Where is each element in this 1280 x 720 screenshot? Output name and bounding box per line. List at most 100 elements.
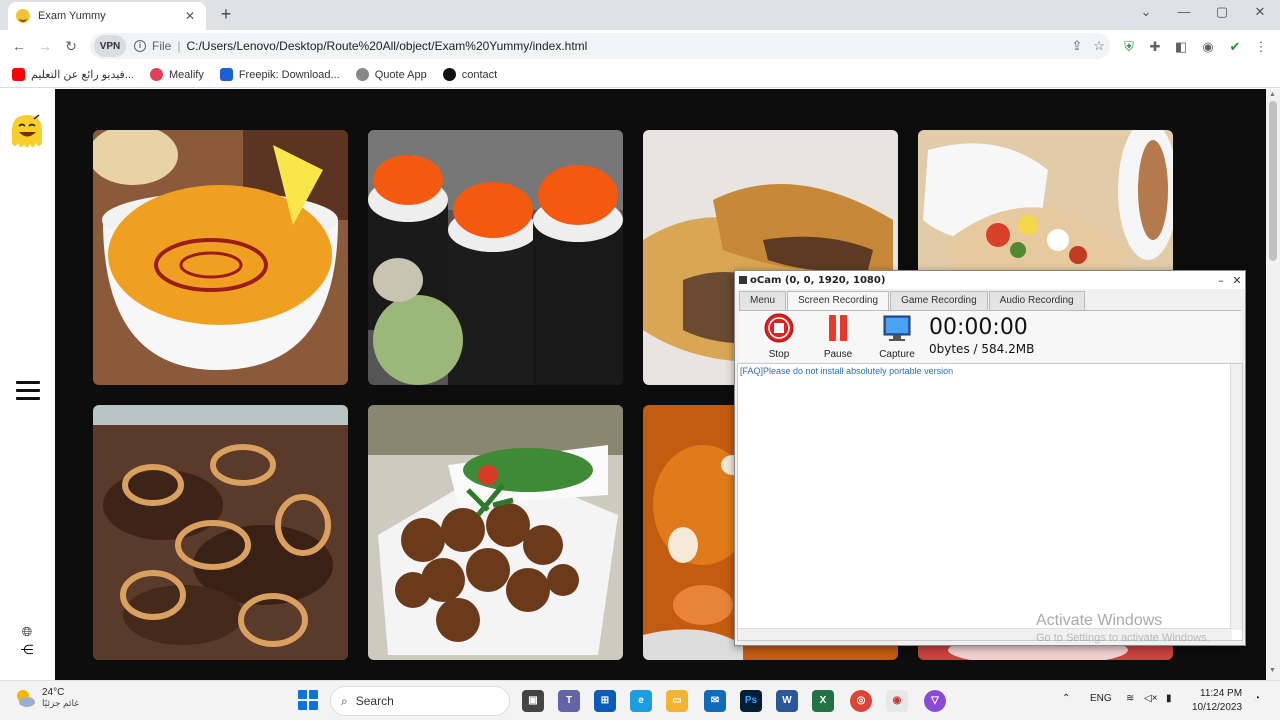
ocam-titlebar[interactable]: oCam (0, 0, 1920, 1080) – ✕: [735, 271, 1245, 289]
recording-timer: 00:00:00: [929, 315, 1028, 340]
meal-card-falafel[interactable]: [368, 405, 623, 660]
close-window-button[interactable]: ✕: [1250, 4, 1270, 20]
teams-icon[interactable]: T: [558, 690, 580, 712]
log-scrollbar[interactable]: [1230, 364, 1242, 630]
language-indicator[interactable]: ENG: [1090, 693, 1112, 704]
vpn-badge[interactable]: VPN: [94, 35, 126, 57]
volume-muted-icon[interactable]: ◁×: [1144, 693, 1158, 704]
minimize-button[interactable]: —: [1174, 4, 1194, 19]
yummy-favicon-icon: [16, 9, 30, 23]
restore-button[interactable]: ▢: [1212, 4, 1232, 20]
bookmarks-bar: فيديو رائع عن التعليم... Mealify Freepik…: [0, 62, 1280, 88]
tab-strip: Exam Yummy ✕ + ⌄ — ▢ ✕: [0, 0, 1280, 30]
info-icon[interactable]: i: [134, 40, 146, 52]
side-panel-icon[interactable]: ◧: [1172, 38, 1190, 56]
bookmark-star-icon[interactable]: ☆: [1088, 38, 1110, 54]
ocam-minimize-button[interactable]: –: [1213, 274, 1229, 287]
chrome-icon[interactable]: ◎: [850, 690, 872, 712]
tab-close-icon[interactable]: ✕: [182, 9, 198, 23]
scroll-up-icon[interactable]: ▲: [1269, 91, 1276, 98]
browser-menu-icon[interactable]: ⋮: [1252, 38, 1270, 56]
file-explorer-icon[interactable]: ▭: [666, 690, 688, 712]
ocam-title: oCam (0, 0, 1920, 1080): [750, 274, 886, 286]
notification-icon[interactable]: ◔: [1254, 693, 1260, 704]
bookmark-mealify[interactable]: Mealify: [149, 68, 204, 81]
angular-icon: [442, 68, 456, 81]
tab-search-icon[interactable]: ⌄: [1136, 4, 1156, 20]
share-icon[interactable]: ⇪: [1066, 38, 1088, 54]
activate-windows-subtext: Go to Settings to activate Windows.: [1036, 632, 1210, 644]
ocam-tab-menu[interactable]: Menu: [739, 291, 787, 310]
bookmark-youtube-video[interactable]: فيديو رائع عن التعليم...: [12, 68, 134, 81]
ocam-stop-button[interactable]: Stop: [757, 313, 801, 360]
back-arrow-icon[interactable]: ←: [10, 37, 28, 55]
extensions-puzzle-icon[interactable]: ✚: [1146, 38, 1164, 56]
profile-icon[interactable]: ◉: [1199, 38, 1217, 56]
bookmark-contact[interactable]: contact: [442, 68, 497, 81]
word-icon[interactable]: W: [776, 690, 798, 712]
meal-image: [93, 405, 348, 660]
ocam-tab-game-recording[interactable]: Game Recording: [890, 291, 988, 310]
url-text[interactable]: C:/Users/Lenovo/Desktop/Route%20All/obje…: [186, 39, 1066, 53]
excel-icon[interactable]: X: [812, 690, 834, 712]
ocam-taskbar-icon[interactable]: ◉: [886, 690, 908, 712]
pause-icon: [829, 315, 847, 341]
clock-time: 11:24 PM: [1200, 688, 1243, 699]
meal-image: [368, 405, 623, 660]
ocam-app-icon: [739, 276, 747, 284]
yummy-logo-icon[interactable]: [8, 111, 46, 153]
mail-icon[interactable]: ✉: [704, 690, 726, 712]
photoshop-icon[interactable]: Ps: [740, 690, 762, 712]
page-scrollbar[interactable]: ▲ ▼: [1266, 89, 1280, 680]
ocam-window: oCam (0, 0, 1920, 1080) – ✕ Menu Screen …: [734, 270, 1246, 646]
ocam-tab-screen-recording[interactable]: Screen Recording: [787, 291, 890, 311]
clock-date: 10/12/2023: [1192, 702, 1243, 713]
wifi-icon[interactable]: ≋: [1126, 693, 1134, 704]
bookmark-freepik[interactable]: Freepik: Download...: [219, 68, 340, 81]
new-tab-button[interactable]: +: [216, 4, 236, 25]
scroll-down-icon[interactable]: ▼: [1269, 667, 1276, 674]
meal-image: [368, 130, 623, 385]
meal-card-sushi[interactable]: [368, 130, 623, 385]
scrollbar-thumb[interactable]: [1269, 101, 1277, 261]
bookmark-quote-app[interactable]: Quote App: [355, 68, 427, 81]
mealify-icon: [149, 68, 163, 81]
search-icon: ⌕: [341, 693, 348, 708]
stop-icon: [764, 313, 794, 343]
ocam-pause-button[interactable]: Pause: [816, 313, 860, 360]
ocam-log-message[interactable]: [FAQ]Please do not install absolutely po…: [738, 364, 1242, 378]
shield-extension-icon[interactable]: ⛨: [1120, 38, 1138, 56]
vpn-app-icon[interactable]: ▽: [924, 690, 946, 712]
ocam-tab-audio-recording[interactable]: Audio Recording: [988, 291, 1085, 310]
pause-label: Pause: [823, 349, 853, 360]
hamburger-menu-icon[interactable]: [16, 381, 40, 401]
forward-arrow-icon[interactable]: →: [36, 37, 54, 55]
security-check-icon[interactable]: ✔: [1226, 38, 1244, 56]
share-icon[interactable]: ⋲: [20, 643, 34, 657]
recording-size: 0bytes / 584.2MB: [929, 342, 1035, 356]
ocam-tabs: Menu Screen Recording Game Recording Aud…: [739, 291, 1086, 311]
system-clock[interactable]: 11:24 PM 10/12/2023: [1192, 687, 1242, 715]
ocam-close-button[interactable]: ✕: [1229, 274, 1245, 287]
meal-card-steak-onions[interactable]: [93, 405, 348, 660]
address-bar[interactable]: VPN i File | C:/Users/Lenovo/Desktop/Rou…: [90, 33, 1110, 59]
activate-windows-watermark: Activate Windows: [1036, 612, 1163, 629]
edge-icon[interactable]: e: [630, 690, 652, 712]
task-view-icon[interactable]: ▣: [522, 690, 544, 712]
store-icon[interactable]: ⊞: [594, 690, 616, 712]
reload-icon[interactable]: ↻: [62, 37, 80, 55]
ocam-capture-button[interactable]: Capture: [875, 313, 919, 360]
windows-start-icon[interactable]: [298, 690, 318, 710]
battery-icon[interactable]: ▮: [1166, 693, 1172, 704]
ocam-log-panel: [FAQ]Please do not install absolutely po…: [737, 363, 1243, 641]
taskbar: 24°C غائم جزئيًا ⌕ Search ▣ T ⊞ e ▭ ✉ Ps…: [0, 680, 1280, 720]
taskbar-search[interactable]: ⌕ Search: [330, 686, 510, 716]
freepik-icon: [219, 68, 233, 81]
weather-widget[interactable]: 24°C غائم جزئيًا: [14, 687, 79, 709]
youtube-icon: [12, 68, 25, 81]
tab-exam-yummy[interactable]: Exam Yummy ✕: [8, 2, 206, 30]
globe-icon: [355, 68, 369, 81]
globe-icon[interactable]: 🌐︎: [20, 625, 34, 639]
meal-card-soup[interactable]: [93, 130, 348, 385]
tray-overflow-icon[interactable]: ⌃: [1062, 693, 1070, 704]
